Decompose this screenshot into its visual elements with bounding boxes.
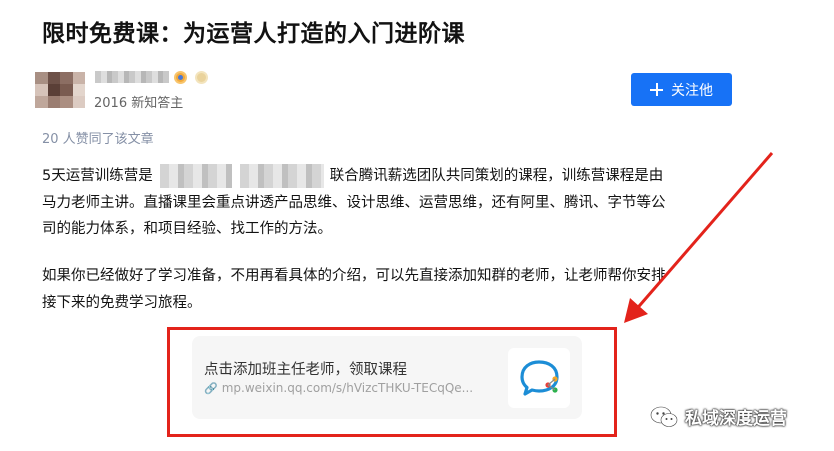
paragraph-2-line-2: 接下来的免费学习旅程。: [42, 294, 202, 311]
paragraph-2: 如果你已经做好了学习准备，不用再看具体的介绍，可以先直接添加知群的老师，让老师帮…: [42, 263, 742, 316]
plus-icon: [650, 83, 663, 96]
paragraph-2-line-1: 如果你已经做好了学习准备，不用再看具体的介绍，可以先直接添加知群的老师，让老师帮…: [42, 268, 666, 284]
author-meta: 2016 新知答主: [94, 96, 184, 111]
author-name-redacted[interactable]: [95, 71, 169, 83]
follow-button-label: 关注他: [671, 82, 713, 99]
paragraph-1-line-1-start: 5天运营训练营是: [42, 168, 153, 184]
paragraph-1-line-2: 马力老师主讲。直播课里会重点讲透产品思维、设计思维、运营思维，还有阿里、腾讯、字…: [42, 194, 666, 211]
level-badge-icon: [195, 71, 208, 84]
paragraph-1-line-1-end: 联合腾讯薪选团队共同策划的课程，训练营课程是由: [329, 168, 664, 184]
wechat-icon: [650, 405, 678, 427]
avatar[interactable]: [35, 72, 85, 108]
paragraph-1-line-3: 司的能力体系，和项目经验、找工作的方法。: [42, 221, 332, 237]
watermark-text: 私域深度运营: [685, 409, 787, 429]
article-title: 限时免费课：为运营人打造的入门进阶课: [42, 21, 465, 47]
watermark: 私域深度运营: [649, 404, 787, 429]
likes-count[interactable]: 20 人赞同了该文章: [42, 128, 154, 147]
redacted-text: [240, 164, 324, 188]
follow-button[interactable]: 关注他: [631, 73, 732, 106]
paragraph-1: 5天运营训练营是 联合腾讯薪选团队共同策划的课程，训练营课程是由 马力老师主讲。直…: [42, 163, 742, 243]
verified-badge-icon: [174, 71, 187, 84]
highlight-box: [167, 327, 617, 437]
redacted-text: [160, 164, 232, 188]
